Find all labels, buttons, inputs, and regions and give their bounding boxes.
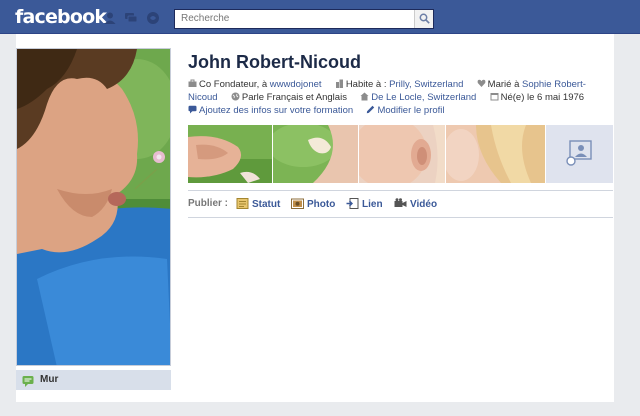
link-icon bbox=[346, 198, 359, 209]
photo-icon bbox=[291, 198, 304, 209]
top-bar: facebook Recherche bbox=[0, 0, 640, 34]
publisher-label: Publier : bbox=[188, 198, 229, 209]
sidebar-item-label: Mur bbox=[40, 374, 59, 385]
photo-thumbnail[interactable] bbox=[359, 125, 445, 183]
page-right-margin bbox=[614, 34, 640, 416]
publish-photo-button[interactable]: Photo bbox=[291, 198, 335, 210]
friend-requests-icon[interactable] bbox=[103, 11, 117, 25]
photo-thumbnail[interactable] bbox=[446, 125, 545, 183]
globe-icon bbox=[231, 92, 240, 101]
profile-picture[interactable] bbox=[16, 48, 171, 366]
heart-icon bbox=[477, 79, 486, 87]
left-nav: Mur bbox=[16, 370, 171, 390]
photo-strip bbox=[188, 125, 613, 183]
languages-info: Parle Français et Anglais bbox=[231, 92, 350, 103]
search-icon bbox=[419, 13, 430, 24]
briefcase-icon bbox=[188, 79, 197, 87]
page-bottom-margin bbox=[0, 402, 640, 416]
add-education-link[interactable]: Ajoutez des infos sur votre formation bbox=[188, 105, 356, 116]
photo-thumbnail[interactable] bbox=[188, 125, 272, 183]
add-photo-button[interactable] bbox=[546, 125, 613, 183]
facebook-logo[interactable]: facebook bbox=[15, 6, 107, 28]
lives-info: Habite à : Prilly, Switzerland bbox=[335, 79, 466, 90]
search-button[interactable] bbox=[414, 10, 433, 28]
search-input[interactable]: Recherche bbox=[181, 13, 229, 24]
work-link[interactable]: wwwdojonet bbox=[270, 79, 322, 90]
lives-link[interactable]: Prilly, Switzerland bbox=[389, 79, 463, 90]
notifications-icon[interactable] bbox=[146, 11, 160, 25]
hometown-info: De Le Locle, Switzerland bbox=[360, 92, 479, 103]
publish-video-button[interactable]: Vidéo bbox=[394, 198, 437, 210]
sidebar-item-wall[interactable]: Mur bbox=[16, 370, 171, 390]
video-icon bbox=[394, 198, 407, 207]
publish-link-button[interactable]: Lien bbox=[346, 198, 383, 210]
work-info: Co Fondateur, à wwwdojonet bbox=[188, 79, 324, 90]
profile-info: Co Fondateur, à wwwdojonet Habite à : Pr… bbox=[188, 78, 598, 117]
edit-profile-link[interactable]: Modifier le profil bbox=[366, 105, 445, 116]
birthday-info: Né(e) le 6 mai 1976 bbox=[490, 92, 584, 103]
photo-thumbnail[interactable] bbox=[273, 125, 358, 183]
photo-tag-icon bbox=[566, 140, 592, 166]
wall-icon bbox=[22, 374, 34, 387]
pencil-icon bbox=[367, 105, 375, 114]
home-icon bbox=[360, 92, 369, 101]
search-box[interactable]: Recherche bbox=[174, 9, 434, 29]
messages-icon[interactable] bbox=[124, 11, 138, 25]
page-left-margin bbox=[0, 34, 16, 416]
comment-icon bbox=[188, 105, 197, 114]
hometown-link[interactable]: De Le Locle, Switzerland bbox=[371, 92, 476, 103]
divider bbox=[188, 190, 613, 191]
divider bbox=[188, 217, 613, 218]
building-icon bbox=[335, 79, 343, 88]
calendar-icon bbox=[490, 93, 499, 101]
profile-name[interactable]: John Robert-Nicoud bbox=[188, 52, 361, 73]
publish-status-button[interactable]: Statut bbox=[236, 198, 280, 210]
status-icon bbox=[236, 198, 249, 209]
profile-main: John Robert-Nicoud Co Fondateur, à wwwdo… bbox=[172, 34, 614, 402]
